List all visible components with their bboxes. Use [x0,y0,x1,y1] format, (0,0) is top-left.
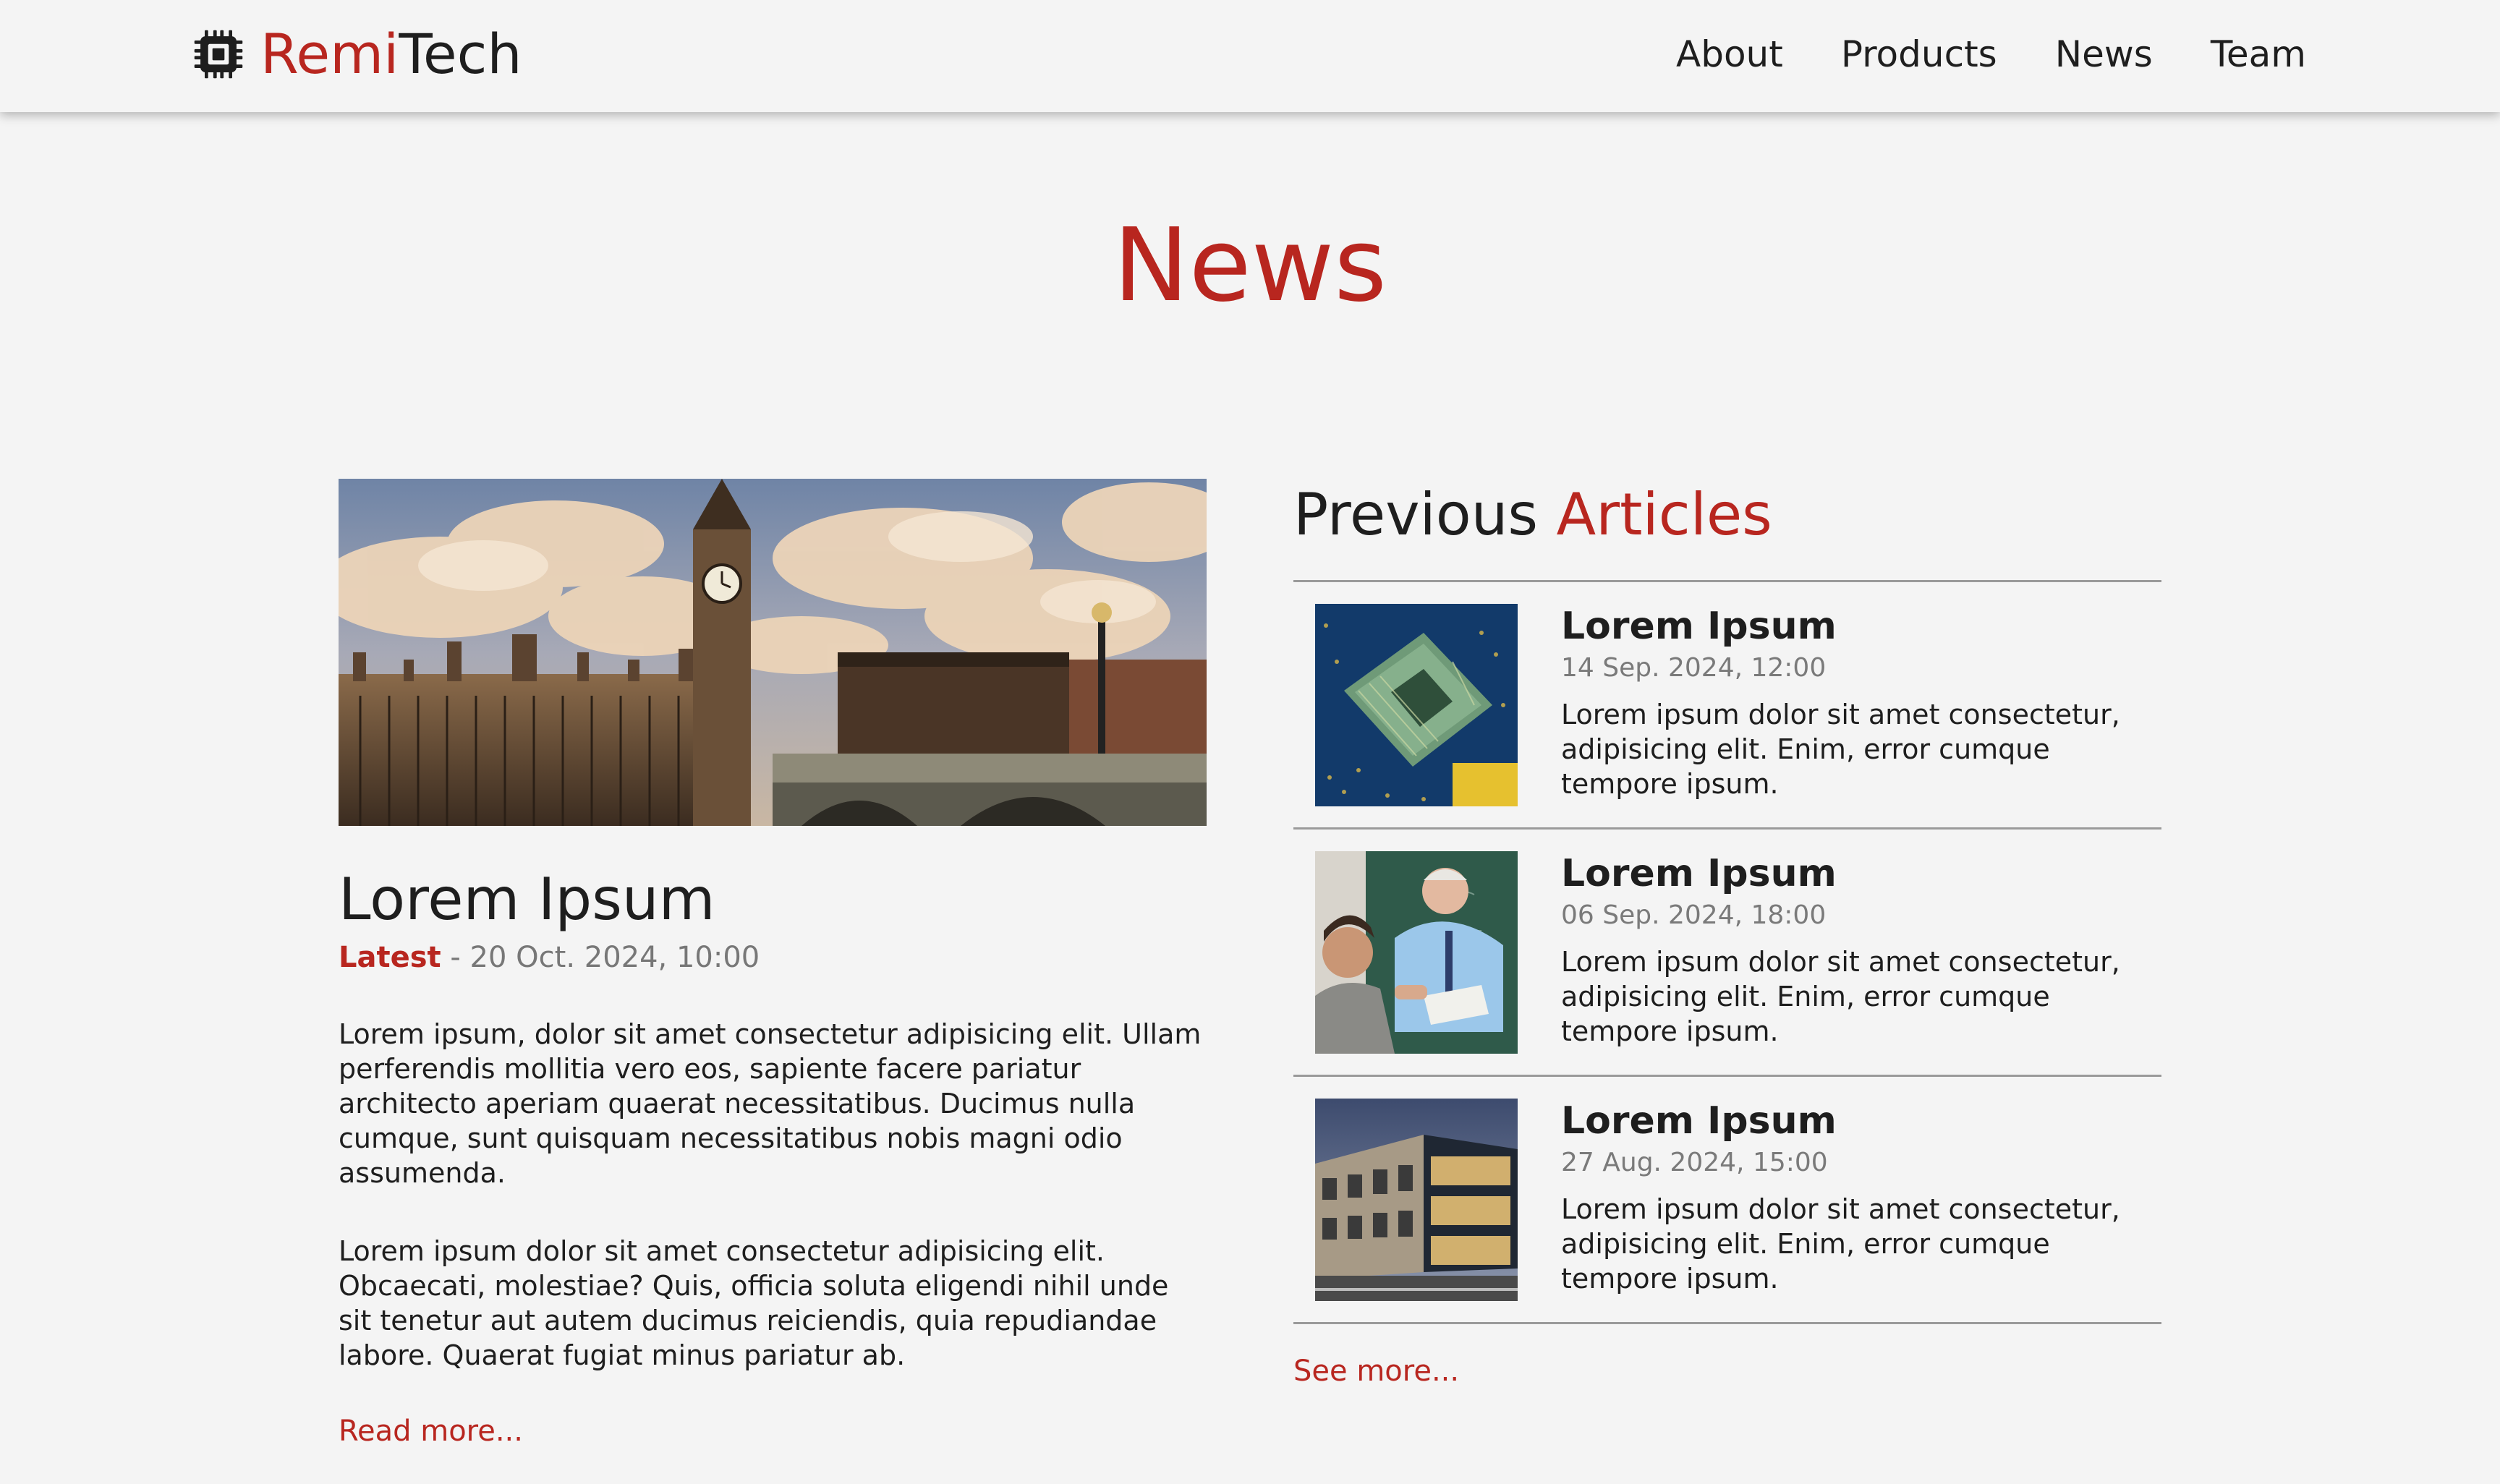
see-more-link[interactable]: See more... [1293,1355,1459,1388]
main-nav: About Products News Team [1618,22,2306,87]
article-text: Lorem Ipsum 27 Aug. 2024, 15:00 Lorem ip… [1561,1102,2154,1296]
brand-name: RemiTech [260,27,522,82]
article-text: Lorem Ipsum 14 Sep. 2024, 12:00 Lorem ip… [1561,607,2154,801]
nav-products[interactable]: Products [1841,36,1997,72]
list-item[interactable]: Lorem Ipsum 27 Aug. 2024, 15:00 Lorem ip… [1293,1077,2161,1324]
page-title: News [1113,207,1387,325]
article-thumbnail[interactable] [1315,1099,1518,1301]
article-thumbnail[interactable] [1315,851,1518,1054]
article-date: 14 Sep. 2024, 12:00 [1561,653,1827,683]
nav-team[interactable]: Team [2211,36,2306,72]
list-item[interactable]: Lorem Ipsum 14 Sep. 2024, 12:00 Lorem ip… [1293,582,2161,830]
featured-article-image[interactable] [339,479,1207,826]
article-excerpt: Lorem ipsum dolor sit amet consectetur, … [1561,1193,2120,1295]
brand-name-part1: Remi [260,22,399,86]
cpu-chip-icon [194,30,243,79]
article-date: 27 Aug. 2024, 15:00 [1561,1148,1828,1177]
featured-article-meta: Latest - 20 Oct. 2024, 10:00 [339,942,1207,973]
latest-badge: Latest [339,941,441,974]
article-thumbnail[interactable] [1315,604,1518,806]
featured-paragraph-2: Lorem ipsum dolor sit amet consectetur a… [339,1235,1169,1371]
previous-articles: Previous Articles Lorem Ipsum 14 Sep. 20… [1293,479,2161,1388]
article-date: 06 Sep. 2024, 18:00 [1561,900,1827,930]
previous-heading-part2: Articles [1556,481,1772,548]
article-title[interactable]: Lorem Ipsum [1561,855,2154,892]
nav-news[interactable]: News [2055,36,2153,72]
list-item[interactable]: Lorem Ipsum 06 Sep. 2024, 18:00 Lorem ip… [1293,830,2161,1077]
read-more-link[interactable]: Read more... [339,1415,523,1448]
featured-article-title: Lorem Ipsum [339,866,715,933]
brand-name-part2: Tech [399,22,522,86]
article-text: Lorem Ipsum 06 Sep. 2024, 18:00 Lorem ip… [1561,855,2154,1049]
meta-separator: - [441,941,470,974]
article-title[interactable]: Lorem Ipsum [1561,1102,2154,1140]
article-title[interactable]: Lorem Ipsum [1561,607,2154,645]
previous-articles-heading: Previous Articles [1293,479,2161,544]
featured-article: Lorem Ipsum Latest - 20 Oct. 2024, 10:00… [339,479,1207,1448]
article-excerpt: Lorem ipsum dolor sit amet consectetur, … [1561,945,2120,1047]
featured-article-body: Lorem ipsum, dolor sit amet consectetur … [339,1017,1207,1373]
site-header: RemiTech About Products News Team [0,0,2500,112]
nav-about[interactable]: About [1676,36,1783,72]
featured-paragraph-1: Lorem ipsum, dolor sit amet consectetur … [339,1018,1202,1189]
brand-logo[interactable]: RemiTech [191,22,522,87]
article-excerpt: Lorem ipsum dolor sit amet consectetur, … [1561,698,2120,800]
featured-article-date: 20 Oct. 2024, 10:00 [469,941,760,974]
previous-heading-part1: Previous [1293,481,1539,548]
article-list: Lorem Ipsum 14 Sep. 2024, 12:00 Lorem ip… [1293,580,2161,1324]
